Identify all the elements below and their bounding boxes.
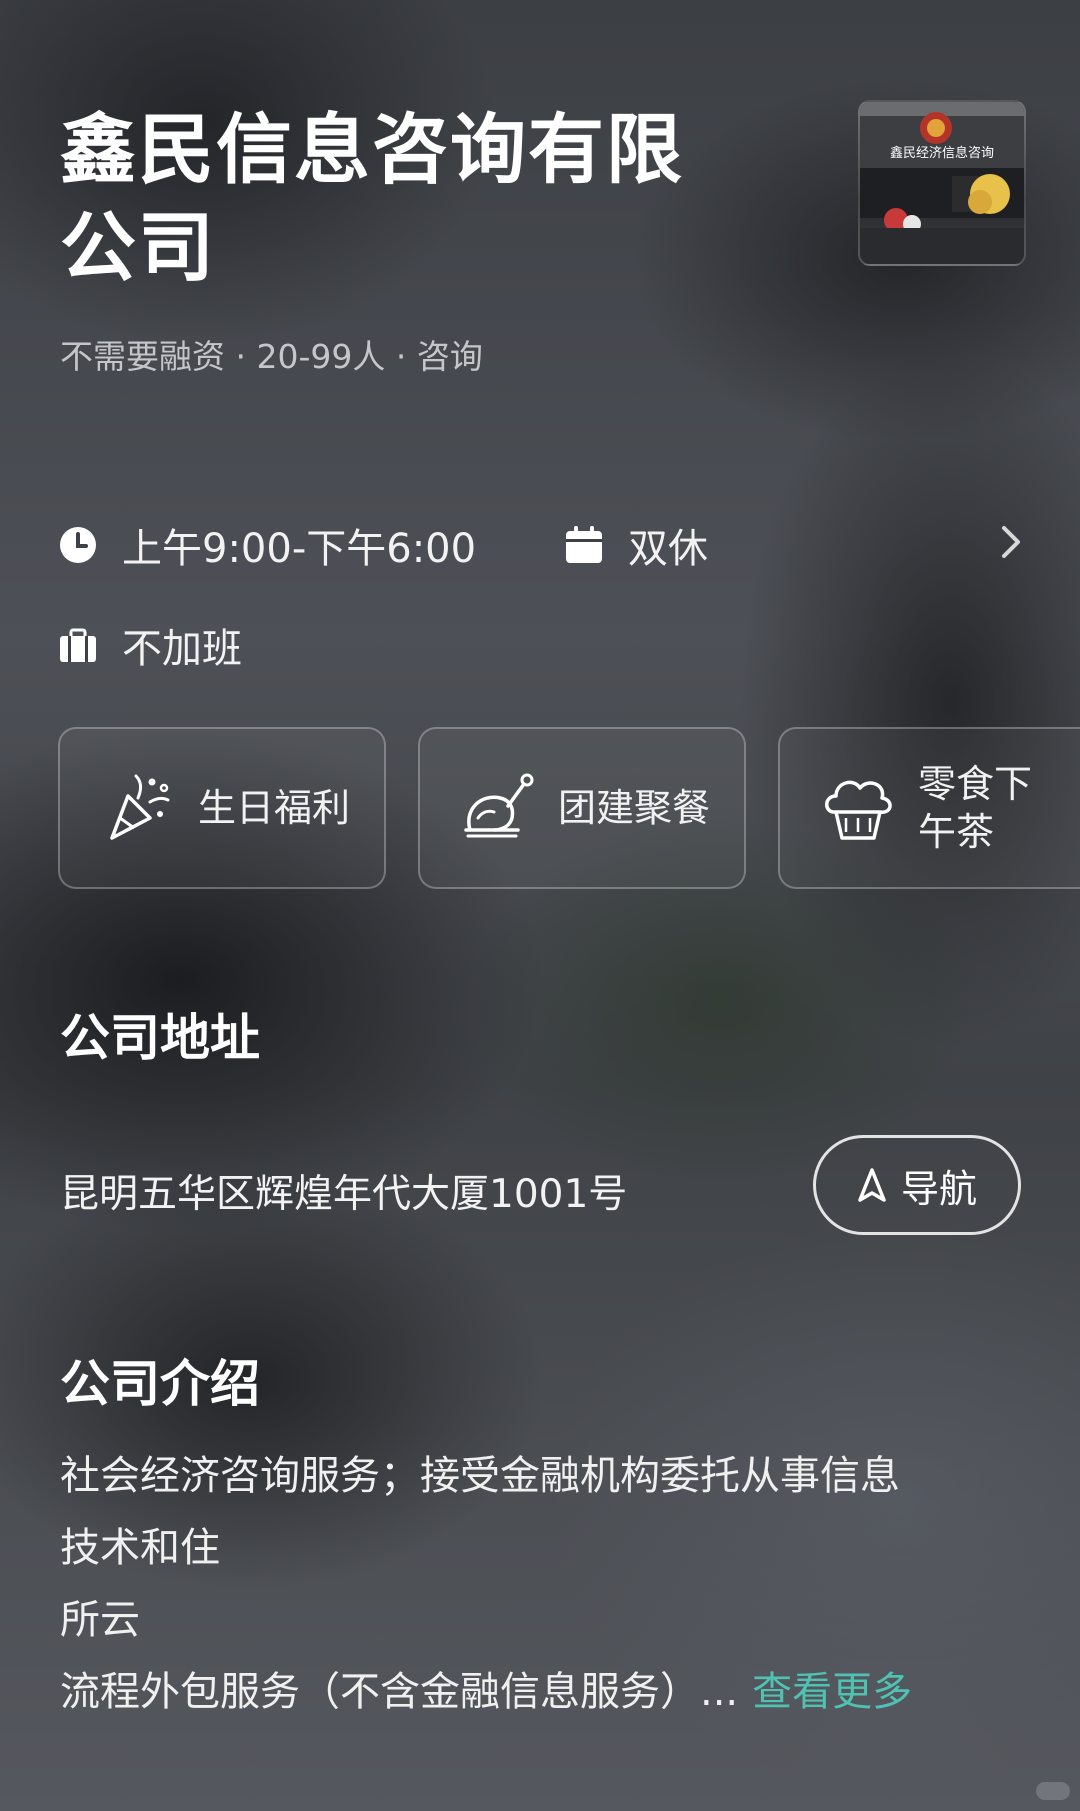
benefit-card-birthday[interactable]: 生日福利 <box>58 727 386 889</box>
benefit-label: 团建聚餐 <box>558 786 711 830</box>
work-hours-text: 上午9:00-下午6:00 <box>122 526 477 572</box>
benefit-label: 生日福利 <box>198 786 351 830</box>
briefcase-icon <box>58 625 98 665</box>
photo-sign-text: 鑫民经济信息咨询 <box>890 145 994 161</box>
clock-icon <box>58 525 98 565</box>
company-name: 鑫民信息咨询有限公司 <box>60 108 684 291</box>
company-meta: 不需要融资 · 20-99人 · 咨询 <box>60 337 483 376</box>
intro-line: 技术和住 <box>60 1525 220 1571</box>
intro-line: 社会经济咨询服务；接受金融机构委托从事信息 <box>60 1453 900 1499</box>
office-photo-image: 鑫民经济信息咨询 <box>860 102 1024 264</box>
overtime-policy: 不加班 <box>58 616 242 674</box>
company-detail-page: 鑫民信息咨询有限公司 不需要融资 · 20-99人 · 咨询 鑫民经济信息咨询 … <box>0 0 1080 1811</box>
company-photo[interactable]: 鑫民经济信息咨询 <box>858 100 1026 266</box>
benefit-card-snacks[interactable]: 零食下午茶 <box>778 727 1080 889</box>
intro-section-title: 公司介绍 <box>60 1356 260 1412</box>
calendar-icon <box>564 525 604 565</box>
work-hours: 上午9:00-下午6:00 <box>58 516 476 574</box>
company-intro: 社会经济咨询服务；接受金融机构委托从事信息 技术和住 所云 流程外包服务（不含金… <box>60 1440 1040 1728</box>
see-more-link[interactable]: 查看更多 <box>752 1669 912 1715</box>
benefit-card-team-dinner[interactable]: 团建聚餐 <box>418 727 746 889</box>
chevron-right-icon[interactable] <box>996 520 1026 564</box>
roast-chicken-icon <box>464 773 534 838</box>
address-section-title: 公司地址 <box>60 1010 260 1066</box>
intro-line-last: 流程外包服务（不含金融信息服务）... 查看更多 <box>60 1656 1040 1728</box>
overtime-text: 不加班 <box>122 626 242 672</box>
navigation-arrow-icon <box>858 1168 886 1202</box>
cupcake-icon <box>825 780 892 840</box>
intro-line: 流程外包服务（不含金融信息服务）... <box>60 1669 739 1715</box>
navigate-label: 导航 <box>900 1166 977 1211</box>
watermark-badge <box>1036 1782 1070 1800</box>
party-popper-icon <box>110 774 170 840</box>
weekend-text: 双休 <box>628 526 708 572</box>
intro-line: 所云 <box>60 1597 140 1643</box>
benefit-label: 零食下午茶 <box>918 762 1033 854</box>
address-text: 昆明五华区辉煌年代大厦1001号 <box>60 1172 628 1217</box>
weekend-schedule: 双休 <box>564 516 708 574</box>
navigate-button[interactable]: 导航 <box>813 1135 1021 1235</box>
